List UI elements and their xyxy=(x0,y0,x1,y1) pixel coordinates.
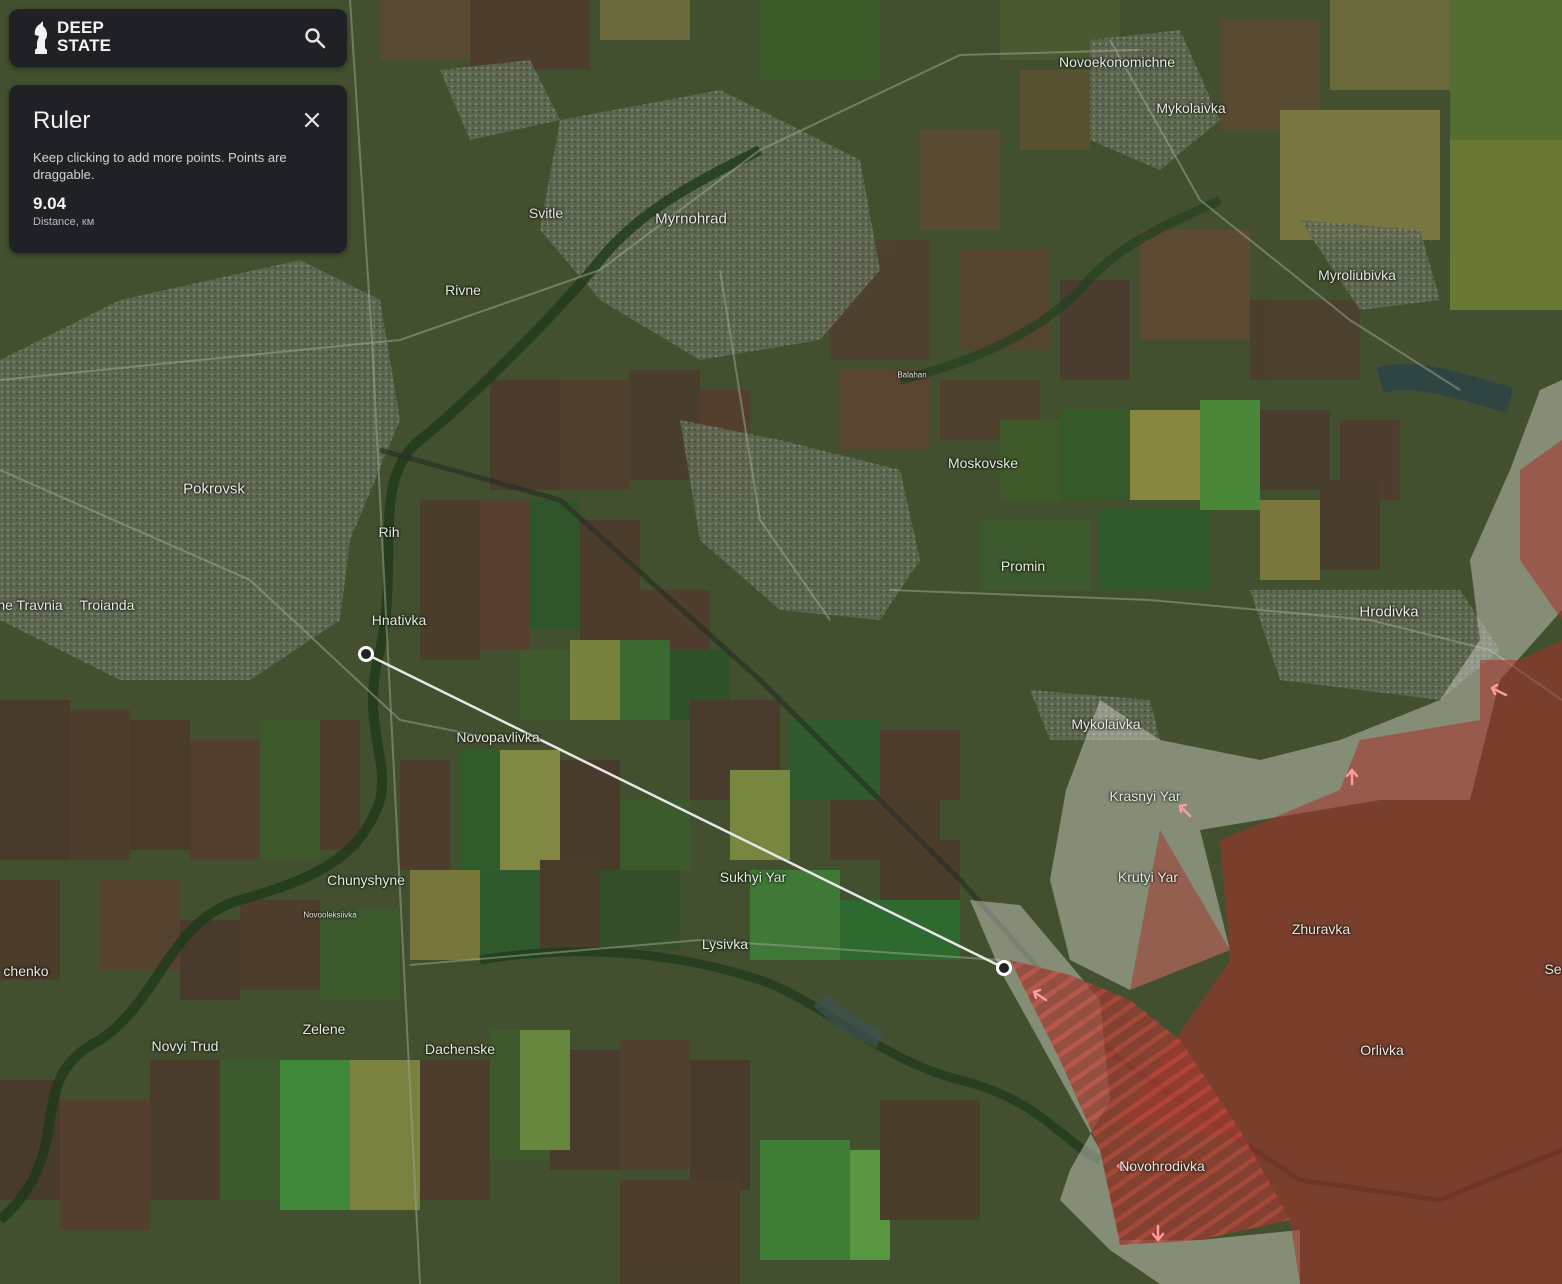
place-label-mykolaivka-south: Mykolaivka xyxy=(1071,716,1141,732)
place-label-krutyi-yar: Krutyi Yar xyxy=(1117,869,1179,885)
chess-knight-icon xyxy=(34,21,48,54)
place-label-promin: Promin xyxy=(1000,558,1046,574)
place-label-svitle: Svitle xyxy=(528,205,564,221)
ruler-point-start[interactable] xyxy=(358,646,374,662)
logo-text-line2: STATE xyxy=(57,36,112,55)
place-label-se: Se xyxy=(1544,961,1562,977)
place-label-moskovske: Moskovske xyxy=(947,455,1019,471)
place-label-pokrovsk: Pokrovsk xyxy=(183,480,245,498)
ruler-distance-label: Distance, км xyxy=(33,216,95,228)
place-label-mykolaivka: Mykolaivka xyxy=(1156,100,1226,116)
place-label-myrnohrad: Myrnohrad xyxy=(655,210,727,228)
place-label-troianda: Troianda xyxy=(79,597,135,613)
ruler-panel: Ruler Keep clicking to add more points. … xyxy=(9,85,347,253)
place-label-chunyshyne: Chunyshyne xyxy=(327,872,405,888)
close-icon[interactable] xyxy=(303,111,321,129)
place-label-travnia: ne Travnia xyxy=(0,597,63,613)
ruler-hint: Keep clicking to add more points. Points… xyxy=(33,150,287,182)
place-label-novohrodivka: Novohrodivka xyxy=(1119,1158,1205,1174)
place-label-zhuravka: Zhuravka xyxy=(1291,921,1351,937)
search-icon[interactable] xyxy=(303,26,327,50)
place-label-krasnyi-yar: Krasnyi Yar xyxy=(1109,788,1181,804)
place-label-hnativka: Hnativka xyxy=(371,612,427,628)
place-label-novyi-trud: Novyi Trud xyxy=(151,1038,219,1054)
ruler-title: Ruler xyxy=(33,107,91,134)
place-label-novopavlivka: Novopavlivka xyxy=(456,729,540,745)
place-label-dachenske: Dachenske xyxy=(424,1041,496,1057)
place-label-novoekonomichne: Novoekonomichne xyxy=(1059,54,1175,70)
ruler-point-end[interactable] xyxy=(996,960,1012,976)
place-label-novooleksiivka: Novooleksiivka xyxy=(303,910,357,920)
ruler-distance-value: 9.04 xyxy=(33,194,67,213)
place-label-orlivka: Orlivka xyxy=(1360,1042,1404,1058)
place-label-rivne: Rivne xyxy=(445,282,481,298)
logo-text-line1: DEEP xyxy=(57,18,105,37)
place-label-balahan: Balahan xyxy=(897,370,927,380)
place-label-lysivka: Lysivka xyxy=(701,936,749,952)
logo[interactable]: DEEP STATE xyxy=(31,18,111,56)
place-label-rih: Rih xyxy=(378,524,400,540)
place-label-sukhyi-yar: Sukhyi Yar xyxy=(719,869,787,885)
place-label-hrodivka: Hrodivka xyxy=(1359,603,1419,621)
place-label-myroliubivka: Myroliubivka xyxy=(1318,267,1396,283)
place-label-chenko: chenko xyxy=(3,963,49,979)
app-header: DEEP STATE xyxy=(9,9,347,67)
place-label-zelene: Zelene xyxy=(302,1021,346,1037)
